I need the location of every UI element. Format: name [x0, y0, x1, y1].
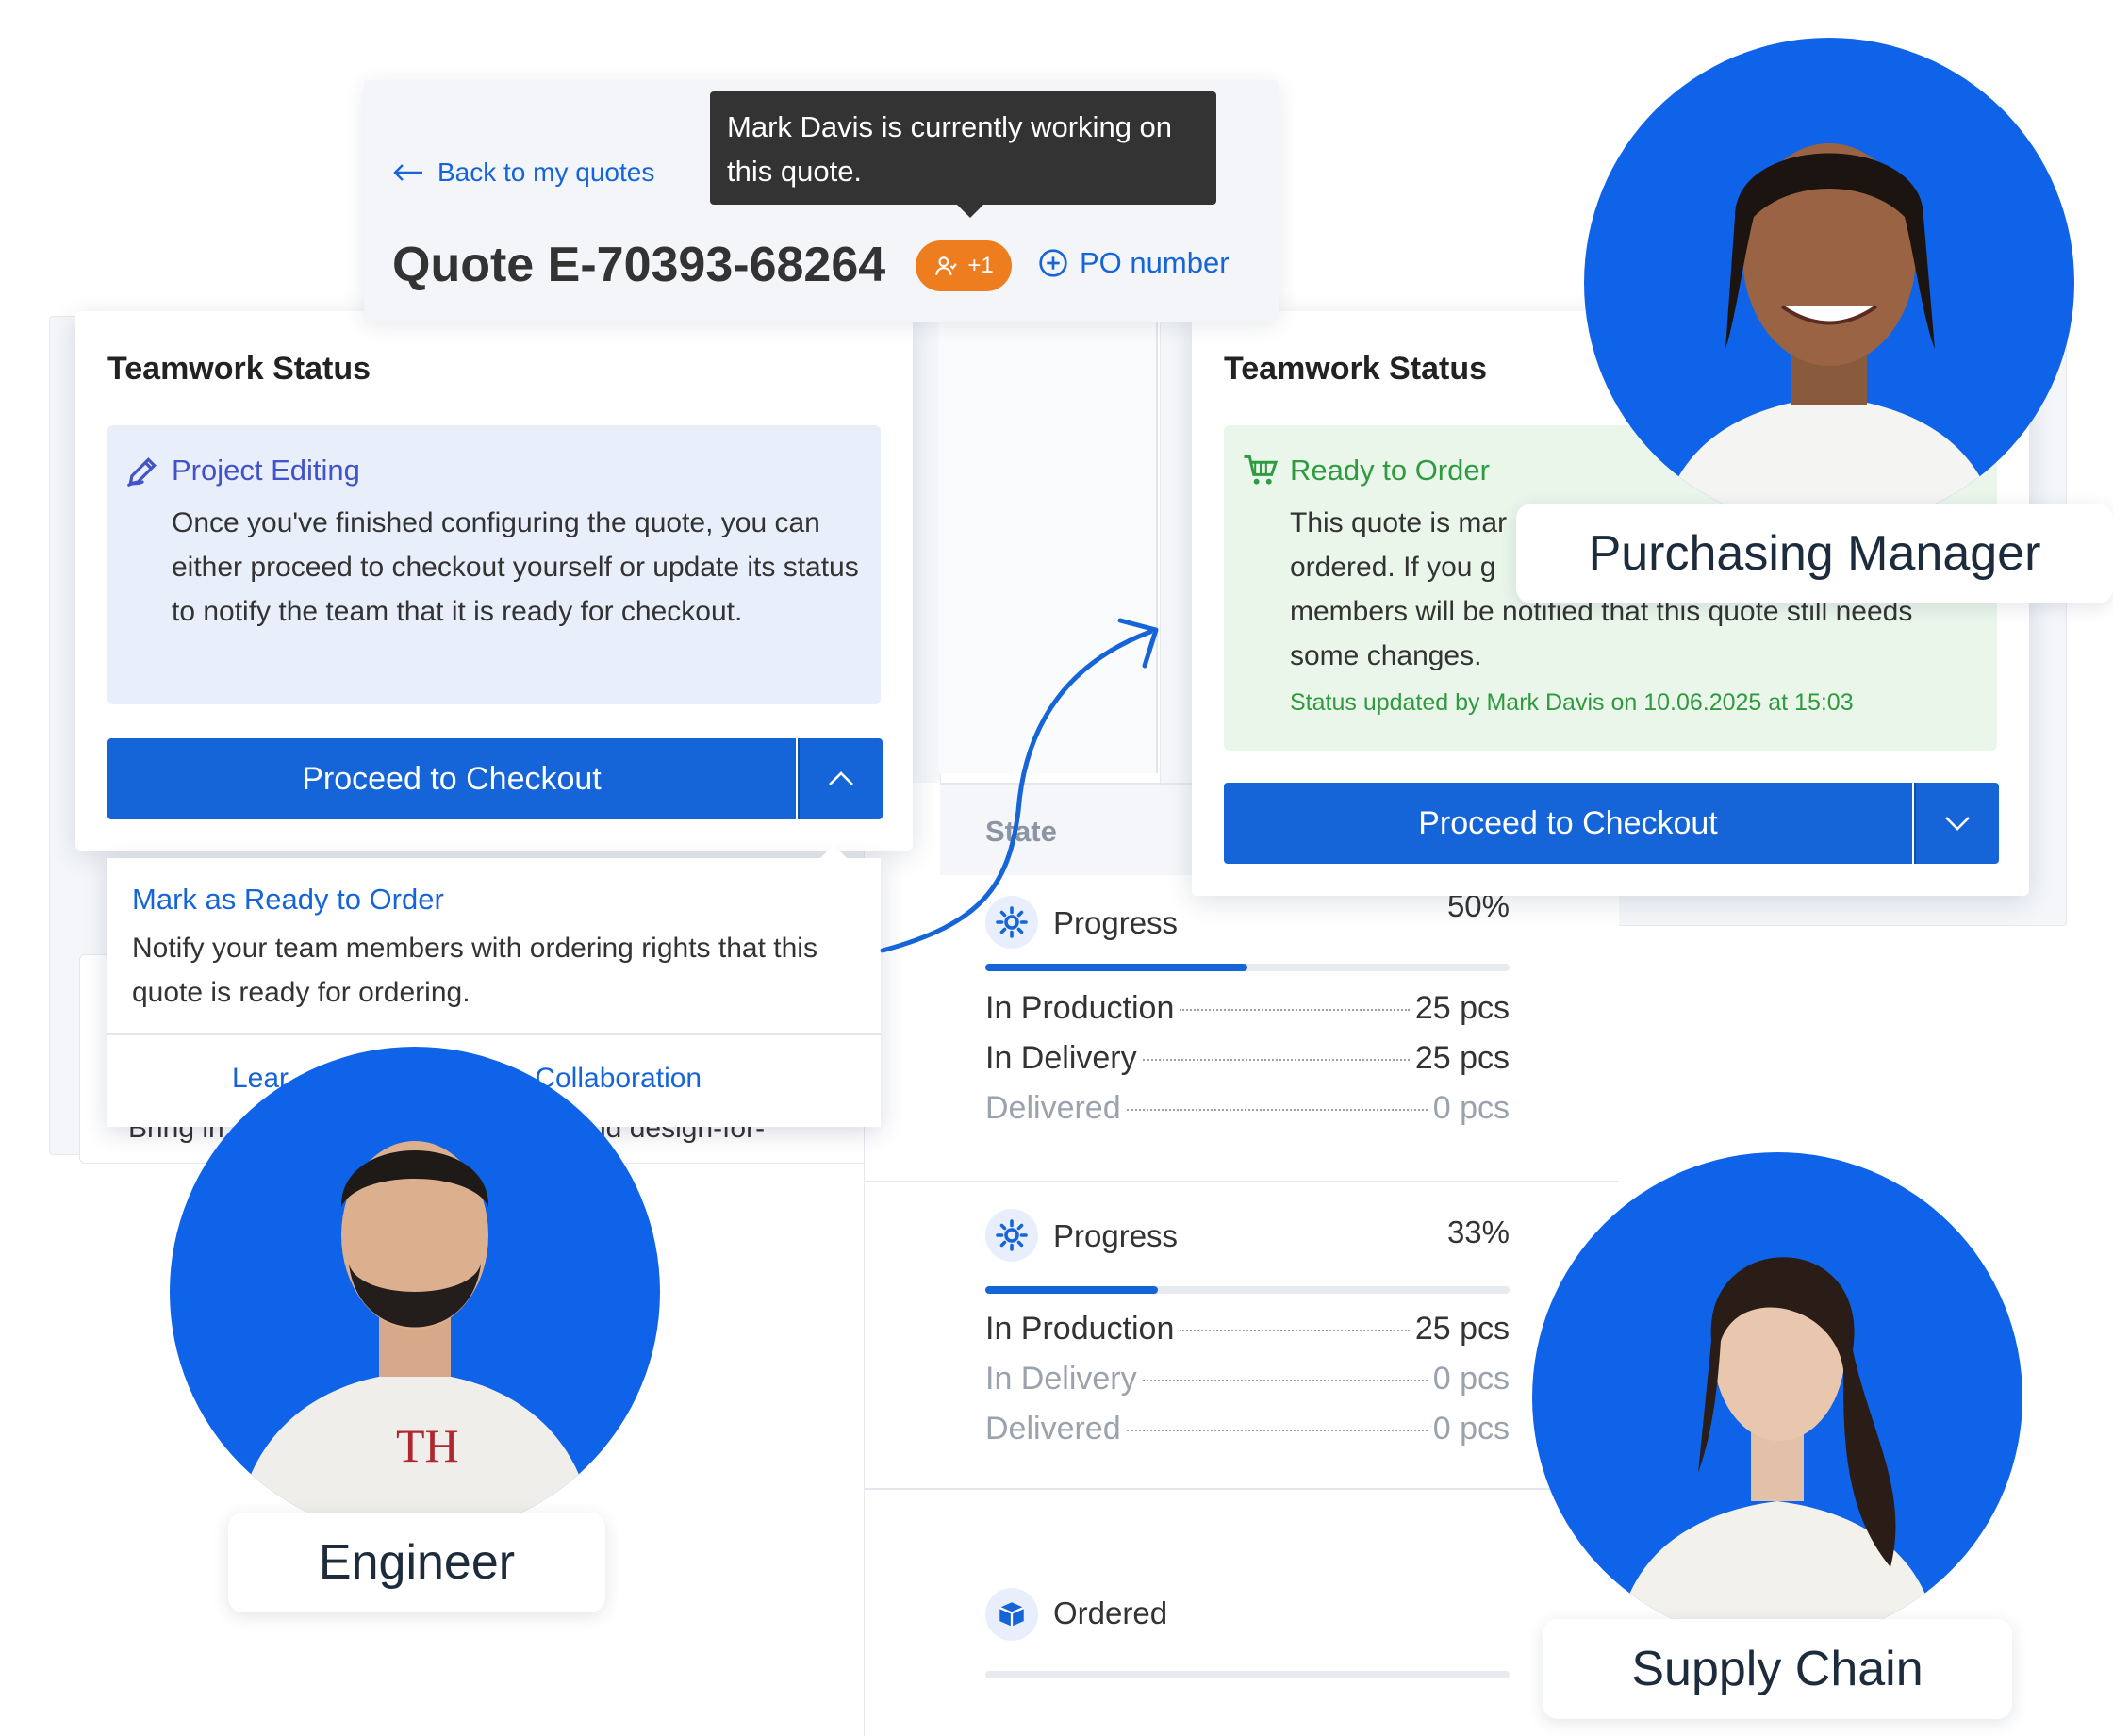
quote-title: Quote E-70393-68264: [392, 238, 886, 292]
users-icon: [935, 256, 958, 275]
quantity-row: In Delivery 25 pcs: [985, 1040, 1510, 1090]
progress-bar: [985, 964, 1510, 971]
quantity-value: 0 pcs: [1432, 1090, 1510, 1126]
menu-divider: [107, 1033, 881, 1035]
dotted-leader: [1126, 1109, 1428, 1111]
status-box-editing: Project Editing Once you've finished con…: [107, 425, 881, 704]
status-title: Project Editing: [172, 454, 360, 487]
cart-icon: [1243, 454, 1279, 492]
connector-arrow: [880, 618, 1159, 953]
back-to-quotes-link[interactable]: Back to my quotes: [392, 157, 654, 188]
quantity-label: In Delivery: [985, 1361, 1137, 1397]
collaborators-badge[interactable]: +1: [916, 240, 1012, 291]
quantity-label: In Delivery: [985, 1040, 1137, 1076]
proceed-to-checkout-button[interactable]: Proceed to Checkout: [1224, 783, 1912, 864]
teamwork-status-title: Teamwork Status: [1224, 351, 1488, 387]
collaborator-tooltip: Mark Davis is currently working on this …: [710, 91, 1216, 218]
ordered-bar: [985, 1671, 1510, 1678]
quantity-label: In Production: [985, 990, 1175, 1026]
proceed-to-checkout-button[interactable]: Proceed to Checkout: [107, 738, 796, 819]
progress-group: Progress 33% In Production 25 pcs In Deliv…: [985, 1209, 1510, 1492]
ordered-label: Ordered: [1053, 1595, 1168, 1630]
checkout-options-toggle[interactable]: [1914, 783, 1999, 864]
avatar-engineer: TH: [170, 1047, 660, 1537]
status-description-line: some changes.: [1290, 640, 1482, 671]
quantity-row: In Production 25 pcs: [985, 1311, 1510, 1361]
dotted-leader: [1180, 1009, 1410, 1011]
quantity-row: In Delivery 0 pcs: [985, 1361, 1510, 1411]
progress-bar-fill: [985, 964, 1247, 971]
quantity-value: 0 pcs: [1432, 1411, 1510, 1447]
quantity-value: 25 pcs: [1414, 990, 1510, 1026]
avatar-supply-chain: [1532, 1152, 2022, 1643]
progress-rows: In Production 25 pcs In Delivery 0 pcs Deliv…: [985, 1311, 1510, 1461]
mark-ready-description: Notify your team members with ordering r…: [132, 933, 817, 1008]
quantity-label: In Production: [985, 1311, 1175, 1347]
quantity-row: Delivered 0 pcs: [985, 1090, 1510, 1140]
dotted-leader: [1180, 1330, 1410, 1331]
quantity-row: In Production 25 pcs: [985, 990, 1510, 1040]
dotted-leader: [1142, 1380, 1428, 1381]
po-number-label: PO number: [1080, 246, 1230, 279]
ordered-box-icon: [985, 1588, 1038, 1641]
back-link-label: Back to my quotes: [437, 157, 655, 187]
progress-percent: 33%: [1446, 1215, 1510, 1249]
avatar-purchasing-manager: [1584, 38, 2074, 528]
collaborators-count: +1: [967, 253, 994, 278]
quantity-label: Delivered: [985, 1411, 1121, 1447]
quantity-value: 0 pcs: [1432, 1361, 1510, 1397]
role-label-supply-chain: Supply Chain: [1543, 1619, 2012, 1719]
quantity-label: Delivered: [985, 1090, 1121, 1126]
dotted-leader: [1142, 1059, 1410, 1061]
progress-bar-fill: [985, 1286, 1159, 1294]
progress-bar: [985, 1286, 1510, 1294]
dotted-leader: [1126, 1430, 1428, 1431]
role-label-engineer: Engineer: [228, 1513, 605, 1612]
mark-ready-to-order-option[interactable]: Mark as Ready to Order: [132, 883, 444, 917]
plus-circle-icon: [1039, 249, 1067, 277]
status-description: Once you've finished configuring the quo…: [172, 507, 859, 627]
svg-text:TH: TH: [396, 1419, 459, 1472]
role-label-purchasing: Purchasing Manager: [1516, 504, 2113, 603]
quantity-row: Delivered 0 pcs: [985, 1411, 1510, 1461]
status-updated-stamp: Status updated by Mark Davis on 10.06.20…: [1290, 689, 1854, 716]
progress-title: Progress: [1053, 1218, 1179, 1253]
group-divider: [865, 1488, 1619, 1490]
quantity-value: 25 pcs: [1414, 1311, 1510, 1347]
teamwork-status-title: Teamwork Status: [107, 351, 371, 387]
progress-rows: In Production 25 pcs In Delivery 25 pcs Deli…: [985, 990, 1510, 1140]
chevron-down-icon: [1945, 817, 1970, 831]
pencil-icon: [124, 454, 160, 494]
arrow-left-icon: [393, 164, 422, 181]
status-title: Ready to Order: [1290, 454, 1490, 487]
add-po-number-link[interactable]: PO number: [1038, 246, 1230, 280]
quantity-value: 25 pcs: [1414, 1040, 1510, 1076]
chevron-up-icon: [829, 771, 853, 785]
group-divider: [865, 1181, 1619, 1182]
progress-gear-icon: [985, 1209, 1038, 1262]
dropdown-caret: [820, 845, 847, 858]
